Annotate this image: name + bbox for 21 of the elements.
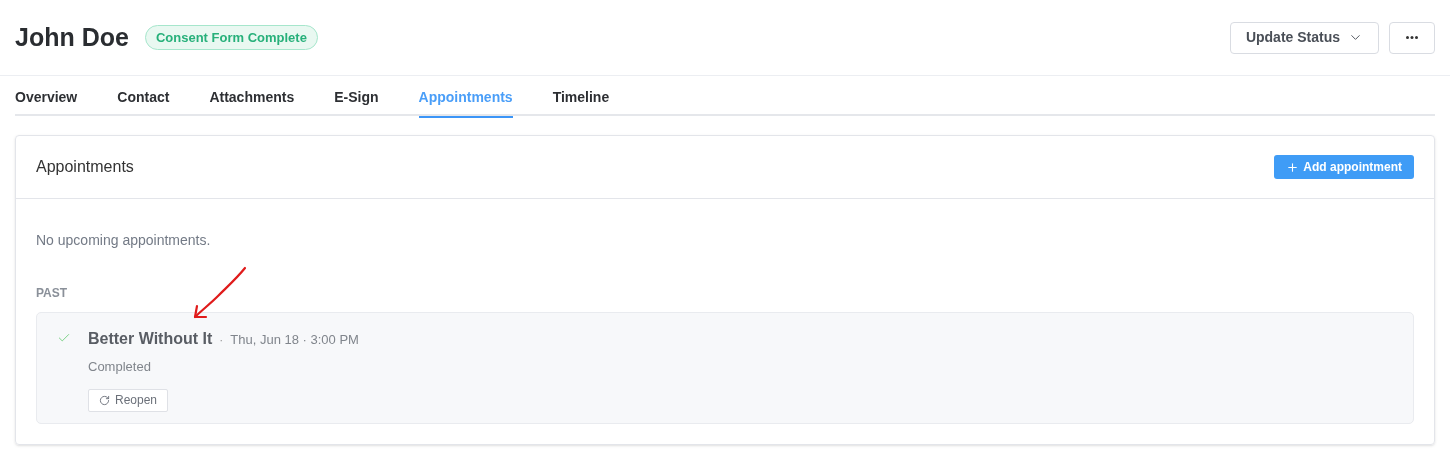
plus-icon (1286, 160, 1300, 174)
update-status-button[interactable]: Update Status (1229, 21, 1379, 54)
tab[interactable]: E-Sign (334, 76, 379, 118)
separator: · (219, 332, 224, 349)
appointment-status: Completed (88, 358, 152, 376)
tab[interactable]: Timeline (552, 76, 610, 118)
rotate-icon (99, 394, 110, 406)
tab[interactable]: Overview (15, 76, 78, 118)
card-title: Appointments (36, 157, 134, 177)
section-label: PAST (36, 285, 69, 302)
reopen-button[interactable]: Reopen (88, 388, 169, 412)
tab[interactable]: Contact (117, 76, 170, 118)
more-button[interactable] (1389, 21, 1435, 54)
annotation-arrow-drawing (192, 266, 248, 320)
status-badge: Consent Form Complete (144, 24, 318, 51)
empty-message: No upcoming appointments. (36, 231, 212, 250)
tab[interactable]: Attachments (209, 76, 295, 118)
page-title: John Doe (15, 21, 129, 53)
appointment-time: Thu, Jun 18 · 3:00 PM (230, 331, 359, 349)
more-icon (1406, 36, 1418, 39)
appointment-title: Better Without It (88, 329, 213, 349)
